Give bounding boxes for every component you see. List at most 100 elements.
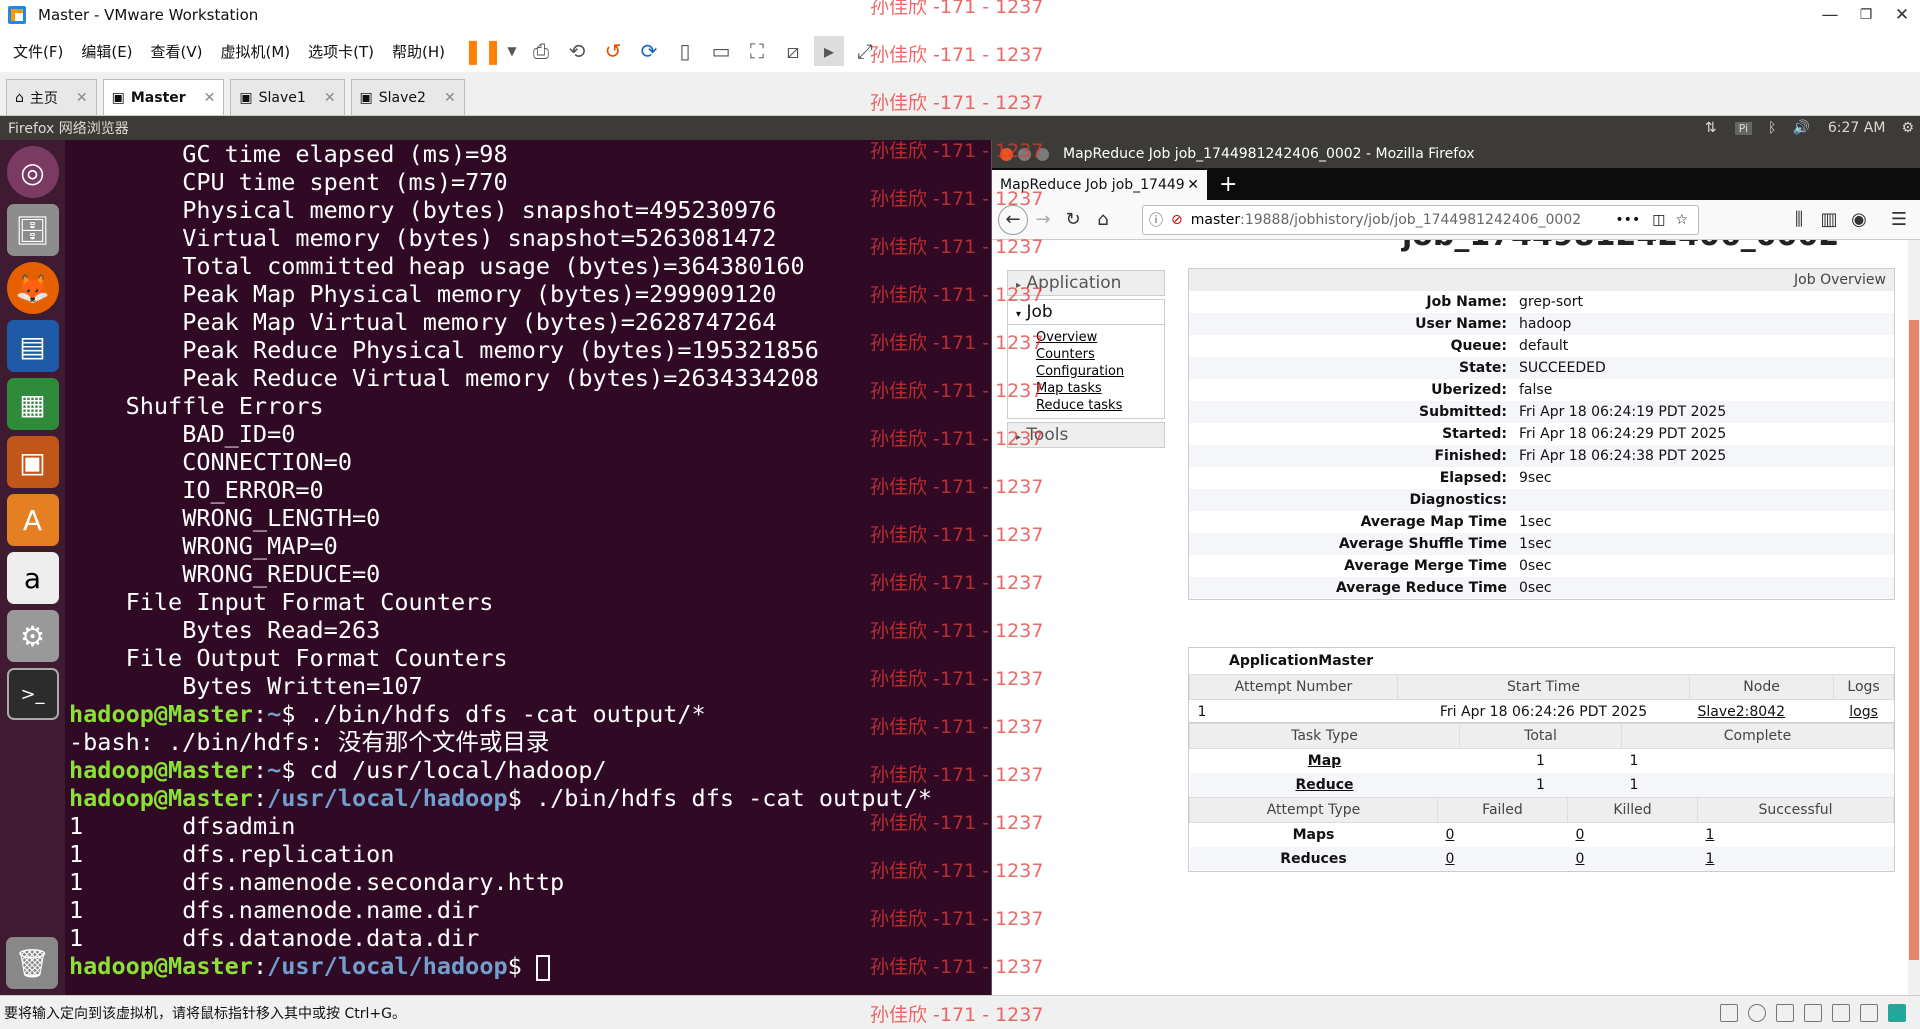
snapshot-icon[interactable]: ⟲ [562,36,592,66]
terminal-window[interactable]: GC time elapsed (ms)=98 CPU time spent (… [65,140,991,995]
account-icon[interactable]: ◉ [1844,205,1874,235]
sidebar-icon[interactable]: ▥ [1814,205,1844,235]
tab-slave1[interactable]: ▣ Slave1 ✕ [230,79,345,115]
settings-icon[interactable]: ⚙ [6,610,59,662]
close-icon[interactable]: ✕ [76,90,88,106]
display-icon[interactable] [1860,1003,1878,1022]
home-icon: ⌂ [15,89,24,106]
terminal-output-line: 1 dfsadmin [69,812,296,840]
network-icon[interactable]: ⇅ [1705,120,1717,136]
killed-link[interactable]: 0 [1568,823,1698,848]
terminal-icon[interactable]: >_ [6,668,59,720]
scrollbar-thumb[interactable] [1909,320,1919,960]
close-icon[interactable]: ✕ [444,90,456,106]
nav-tools[interactable]: ▸ Tools [1007,422,1165,448]
clock[interactable]: 6:27 AM [1828,120,1886,136]
usb-icon[interactable] [1804,1003,1822,1022]
more-icon[interactable]: ••• [1615,212,1640,228]
fullscreen-icon[interactable]: ⛶ [742,36,772,66]
input-method-indicator[interactable]: Pi [1734,121,1753,135]
menu-file[interactable]: 文件(F) [4,41,72,62]
back-icon[interactable]: ← [998,204,1028,235]
status-message: 要将输入定向到该虚拟机，请将鼠标指针移入其中或按 Ctrl+G。 [4,1005,406,1022]
nav-application[interactable]: ▸ Application [1007,270,1165,296]
gear-icon[interactable]: ⚙ [1901,120,1914,136]
software-center-icon[interactable]: A [6,494,59,546]
home-icon[interactable]: ⌂ [1088,205,1118,235]
nav-configuration-link[interactable]: Configuration [1036,363,1164,380]
message-icon[interactable] [1888,1003,1906,1022]
firefox-tab[interactable]: MapReduce Job job_17449 ✕ [992,170,1207,200]
url-bar[interactable]: ⓘ ⊘ master:19888/jobhistory/job/job_1744… [1142,204,1699,235]
killed-link[interactable]: 0 [1568,847,1698,871]
nav-map-tasks-link[interactable]: Map tasks [1036,380,1164,397]
close-icon[interactable]: ✕ [1187,177,1199,193]
writer-icon[interactable]: ▤ [6,320,59,372]
reload-icon[interactable]: ↻ [1058,205,1088,235]
stretch-icon[interactable]: ⤢ [850,36,880,66]
menu-vm[interactable]: 虚拟机(M) [212,41,300,62]
failed-link[interactable]: 0 [1438,847,1568,871]
pause-icon[interactable]: ❚❚ [463,36,503,66]
menu-help[interactable]: 帮助(H) [383,41,454,62]
nav-counters-link[interactable]: Counters [1036,346,1164,363]
close-button[interactable]: ✕ [1884,5,1920,25]
menu-tabs[interactable]: 选项卡(T) [299,41,383,62]
tab-master[interactable]: ▣ Master ✕ [102,79,225,115]
volume-icon[interactable]: 🔊 [1792,120,1809,136]
table-row: Average Shuffle Time 1sec [1189,533,1894,555]
hdd-icon[interactable] [1720,1003,1738,1022]
successful-link[interactable]: 1 [1698,847,1894,871]
calc-icon[interactable]: ▦ [6,378,59,430]
new-tab-button[interactable]: + [1207,170,1249,200]
firefox-icon[interactable]: 🦊 [6,262,59,314]
ubuntu-dash-icon[interactable]: ◎ [6,146,59,198]
tab-slave2[interactable]: ▣ Slave2 ✕ [350,79,465,115]
cd-icon[interactable] [1748,1003,1766,1022]
menu-view[interactable]: 查看(V) [142,41,212,62]
bookmark-star-icon[interactable]: ☆ [1675,212,1688,228]
nav-job[interactable]: ▾ Job [1008,300,1164,325]
pocket-icon[interactable]: ◫ [1652,212,1665,228]
reduce-link[interactable]: Reduce [1190,773,1460,797]
library-icon[interactable]: ▯ [670,36,700,66]
console-icon[interactable]: ▸ [814,36,845,66]
thumbnail-icon[interactable]: ▭ [706,36,736,66]
nav-reduce-tasks-link[interactable]: Reduce tasks [1036,397,1164,414]
column-header: Attempt Type [1189,797,1438,823]
revert-snapshot-icon[interactable]: ↺ [598,36,628,66]
close-icon[interactable] [1000,147,1013,161]
snapshot-manager-icon[interactable]: ⟳ [634,36,664,66]
maximize-icon[interactable] [1036,147,1049,161]
vm-tab-bar: ⌂ 主页 ✕ ▣ Master ✕ ▣ Slave1 ✕ ▣ Slave2 ✕ [0,72,1920,116]
node-link[interactable]: Slave2:8042 [1690,700,1834,725]
unity-icon[interactable]: ⧄ [778,36,808,66]
menu-edit[interactable]: 编辑(E) [72,41,141,62]
map-link[interactable]: Map [1190,749,1460,774]
menu-icon[interactable]: ☰ [1884,205,1914,235]
failed-link[interactable]: 0 [1438,823,1568,848]
impress-icon[interactable]: ▣ [6,436,59,488]
network-adapter-icon[interactable] [1776,1003,1794,1022]
successful-link[interactable]: 1 [1698,823,1894,848]
send-keys-icon[interactable]: ⎙ [526,36,556,66]
logs-link[interactable]: logs [1834,700,1894,725]
forward-icon[interactable]: → [1028,205,1058,235]
close-icon[interactable]: ✕ [324,90,336,106]
bluetooth-icon[interactable]: ᛒ [1768,120,1776,136]
trash-icon[interactable]: 🗑 [6,937,58,989]
minimize-button[interactable]: — [1812,5,1848,25]
amazon-icon[interactable]: a [6,552,59,604]
nav-overview-link[interactable]: Overview [1036,329,1164,346]
sound-icon[interactable] [1832,1003,1850,1022]
restore-button[interactable]: ❐ [1848,7,1884,23]
window-title: Master - VMware Workstation [38,6,259,24]
info-icon[interactable]: ⓘ [1149,210,1163,230]
tab-home[interactable]: ⌂ 主页 ✕ [6,79,97,115]
chevron-down-icon[interactable]: ▼ [504,36,520,66]
minimize-icon[interactable] [1018,147,1031,161]
files-icon[interactable]: 🗄 [6,204,59,256]
library-icon[interactable]: ⫼ [1784,205,1814,235]
page-scrollbar[interactable] [1908,240,1920,995]
close-icon[interactable]: ✕ [204,90,216,106]
